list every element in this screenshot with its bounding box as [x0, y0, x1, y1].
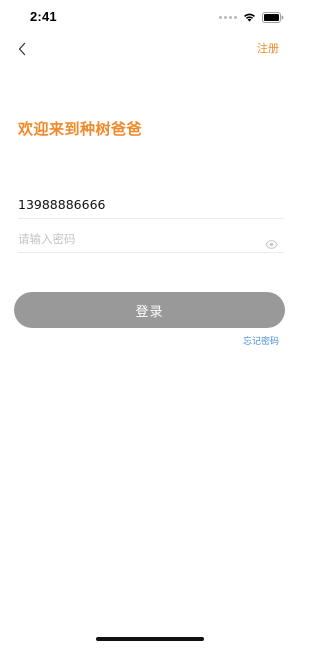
login-button[interactable]: 登录 [14, 292, 285, 328]
status-time: 2:41 [30, 9, 57, 24]
phone-input[interactable] [18, 194, 248, 214]
wifi-icon [243, 12, 256, 22]
forgot-password-link[interactable]: 忘记密码 [243, 334, 279, 347]
status-bar: 2:41 [0, 0, 300, 34]
status-icons [219, 11, 284, 23]
signal-icon [219, 15, 237, 19]
register-link[interactable]: 注册 [257, 40, 279, 56]
home-indicator [96, 637, 204, 641]
eye-icon[interactable] [265, 234, 278, 249]
page-title: 欢迎来到种树爸爸 [18, 120, 143, 138]
phone-field-row [18, 192, 284, 219]
chevron-left-icon[interactable] [14, 40, 32, 58]
password-field-row [18, 226, 284, 253]
password-input[interactable] [18, 228, 248, 248]
battery-icon [262, 11, 284, 23]
